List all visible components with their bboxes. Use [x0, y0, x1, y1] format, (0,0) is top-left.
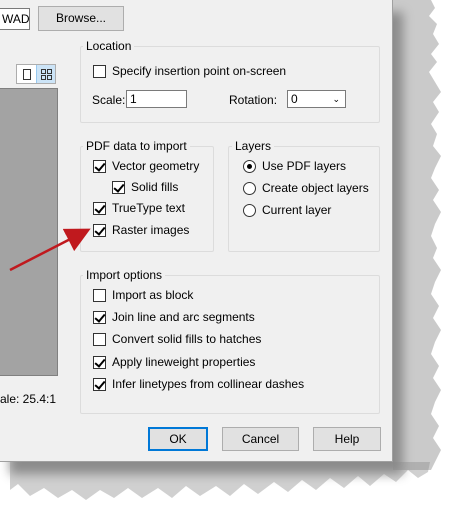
annotation-arrow	[9, 228, 91, 272]
